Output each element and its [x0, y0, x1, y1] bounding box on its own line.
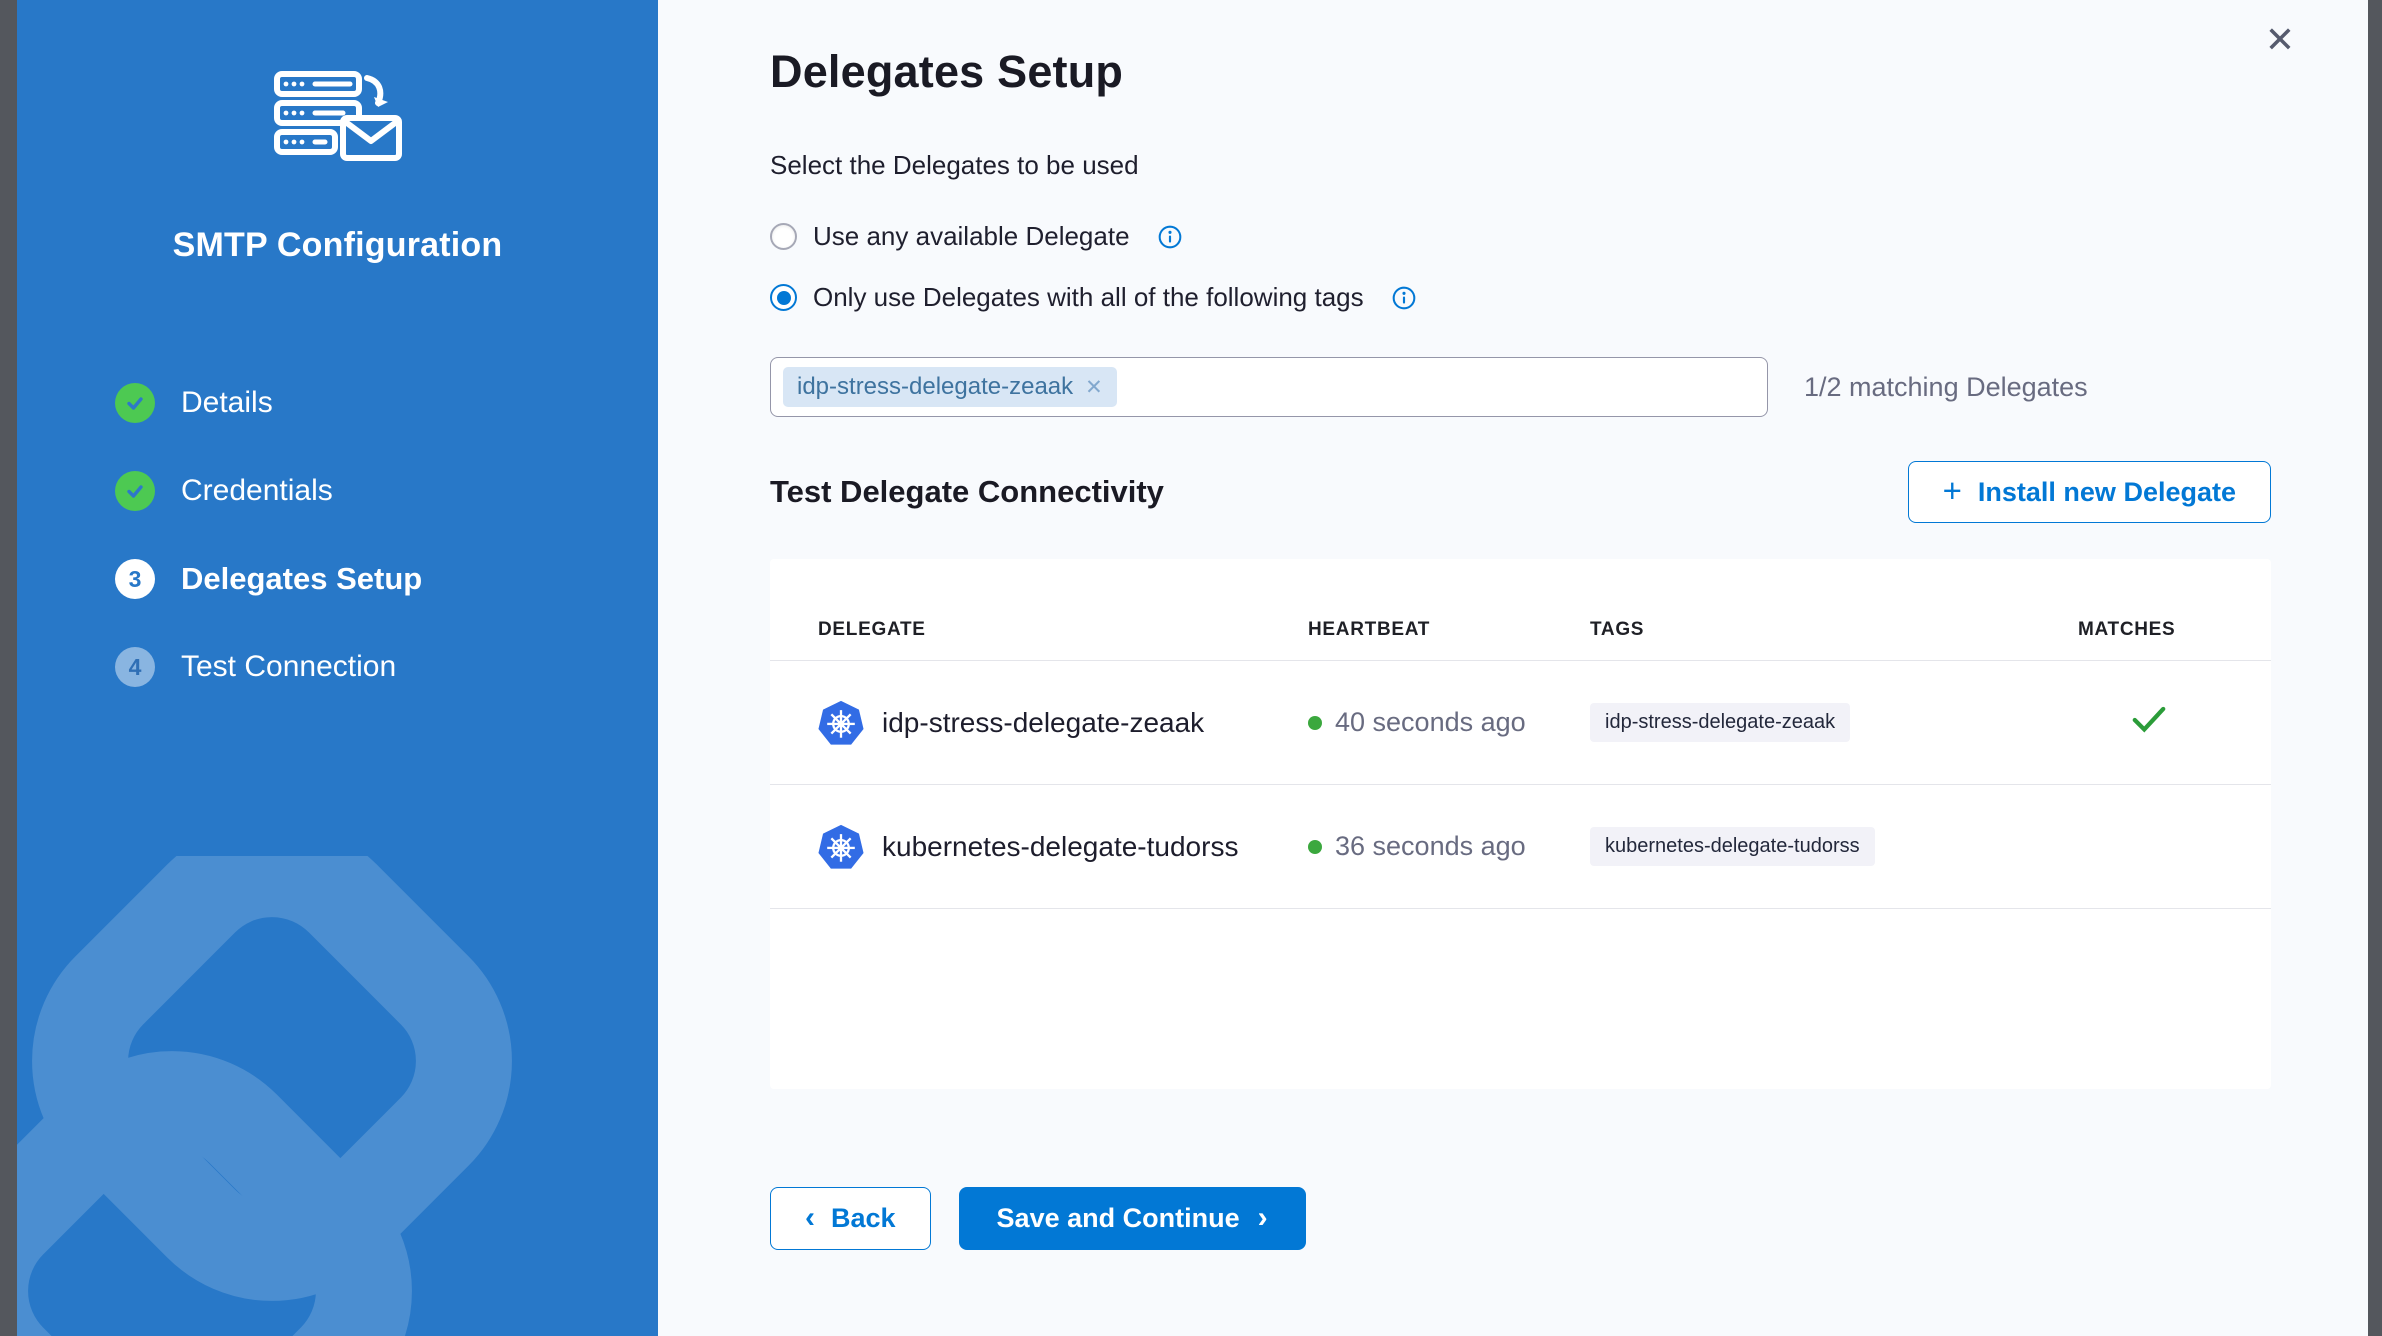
heartbeat-text: 36 seconds ago — [1335, 831, 1526, 862]
step-details[interactable]: Details — [115, 383, 422, 423]
tags-input[interactable]: idp-stress-delegate-zeaak ✕ — [770, 357, 1768, 417]
wizard-sidebar: SMTP Configuration Details Credentials 3 — [17, 0, 658, 1336]
delegates-setup-panel: ✕ Delegates Setup Select the Delegates t… — [658, 0, 2368, 1336]
close-icon[interactable]: ✕ — [2258, 18, 2302, 62]
info-icon[interactable] — [1158, 225, 1182, 249]
tag-chip-label: idp-stress-delegate-zeaak — [797, 373, 1073, 401]
info-icon[interactable] — [1392, 286, 1416, 310]
step-delegates-setup[interactable]: 3 Delegates Setup — [115, 559, 422, 599]
step-number-badge: 4 — [115, 647, 155, 687]
wizard-footer: ‹ Back Save and Continue › — [770, 1187, 2271, 1250]
heartbeat-status-dot — [1308, 840, 1322, 854]
step-label: Test Connection — [181, 650, 396, 684]
column-header-tags: TAGS — [1590, 619, 2078, 641]
delegate-name: idp-stress-delegate-zeaak — [882, 707, 1204, 739]
table-row: idp-stress-delegate-zeaak 40 seconds ago… — [770, 661, 2271, 785]
save-and-continue-button[interactable]: Save and Continue › — [959, 1187, 1306, 1250]
step-credentials[interactable]: Credentials — [115, 471, 422, 511]
heartbeat-text: 40 seconds ago — [1335, 707, 1526, 738]
test-connectivity-heading: Test Delegate Connectivity — [770, 474, 1164, 510]
delegate-name: kubernetes-delegate-tudorss — [882, 831, 1238, 863]
radio-any-delegate[interactable]: Use any available Delegate — [770, 221, 2271, 252]
plus-icon: + — [1943, 474, 1962, 507]
delegate-tag: idp-stress-delegate-zeaak — [1590, 703, 1850, 742]
wizard-title: SMTP Configuration — [173, 226, 503, 265]
matching-delegates-count: 1/2 matching Delegates — [1804, 372, 2088, 403]
step-label: Details — [181, 386, 273, 420]
tag-chip: idp-stress-delegate-zeaak ✕ — [783, 367, 1117, 407]
table-row: kubernetes-delegate-tudorss 36 seconds a… — [770, 785, 2271, 909]
column-header-heartbeat: HEARTBEAT — [1308, 619, 1590, 641]
smtp-configuration-modal: SMTP Configuration Details Credentials 3 — [0, 0, 2382, 1336]
chevron-right-icon: › — [1258, 1203, 1268, 1233]
table-header-row: DELEGATE HEARTBEAT TAGS MATCHES — [770, 559, 2271, 661]
back-button-label: Back — [831, 1203, 896, 1234]
heartbeat-status-dot — [1308, 716, 1322, 730]
kubernetes-icon — [818, 824, 864, 870]
matches-check-icon — [2130, 705, 2168, 735]
step-number-badge: 3 — [115, 559, 155, 599]
step-complete-check-icon — [115, 471, 155, 511]
save-button-label: Save and Continue — [997, 1203, 1240, 1234]
radio-unselected-icon[interactable] — [770, 223, 797, 250]
step-label: Credentials — [181, 474, 333, 508]
connectivity-header-row: Test Delegate Connectivity + Install new… — [770, 461, 2271, 523]
delegate-selection-radio-group: Use any available Delegate Only use Dele… — [770, 221, 2271, 313]
wizard-steps: Details Credentials 3 Delegates Setup 4 … — [17, 383, 422, 687]
install-button-label: Install new Delegate — [1978, 477, 2236, 508]
tag-filter-row: idp-stress-delegate-zeaak ✕ 1/2 matching… — [770, 357, 2271, 417]
step-label: Delegates Setup — [181, 561, 422, 597]
harness-logo-watermark — [17, 856, 658, 1336]
delegate-tag: kubernetes-delegate-tudorss — [1590, 827, 1875, 866]
back-button[interactable]: ‹ Back — [770, 1187, 931, 1250]
column-header-delegate: DELEGATE — [818, 619, 1308, 641]
kubernetes-icon — [818, 700, 864, 746]
step-test-connection[interactable]: 4 Test Connection — [115, 647, 422, 687]
select-delegates-subtitle: Select the Delegates to be used — [770, 150, 2271, 181]
remove-tag-icon[interactable]: ✕ — [1085, 375, 1103, 400]
radio-tagged-delegates[interactable]: Only use Delegates with all of the follo… — [770, 282, 2271, 313]
radio-label: Use any available Delegate — [813, 221, 1130, 252]
install-new-delegate-button[interactable]: + Install new Delegate — [1908, 461, 2271, 523]
delegates-table: DELEGATE HEARTBEAT TAGS MATCHES — [770, 559, 2271, 1089]
page-title: Delegates Setup — [770, 46, 2271, 98]
smtp-servers-mail-icon — [273, 70, 403, 170]
column-header-matches: MATCHES — [2078, 619, 2223, 641]
step-complete-check-icon — [115, 383, 155, 423]
radio-selected-icon[interactable] — [770, 284, 797, 311]
chevron-left-icon: ‹ — [805, 1203, 815, 1233]
radio-label: Only use Delegates with all of the follo… — [813, 282, 1364, 313]
